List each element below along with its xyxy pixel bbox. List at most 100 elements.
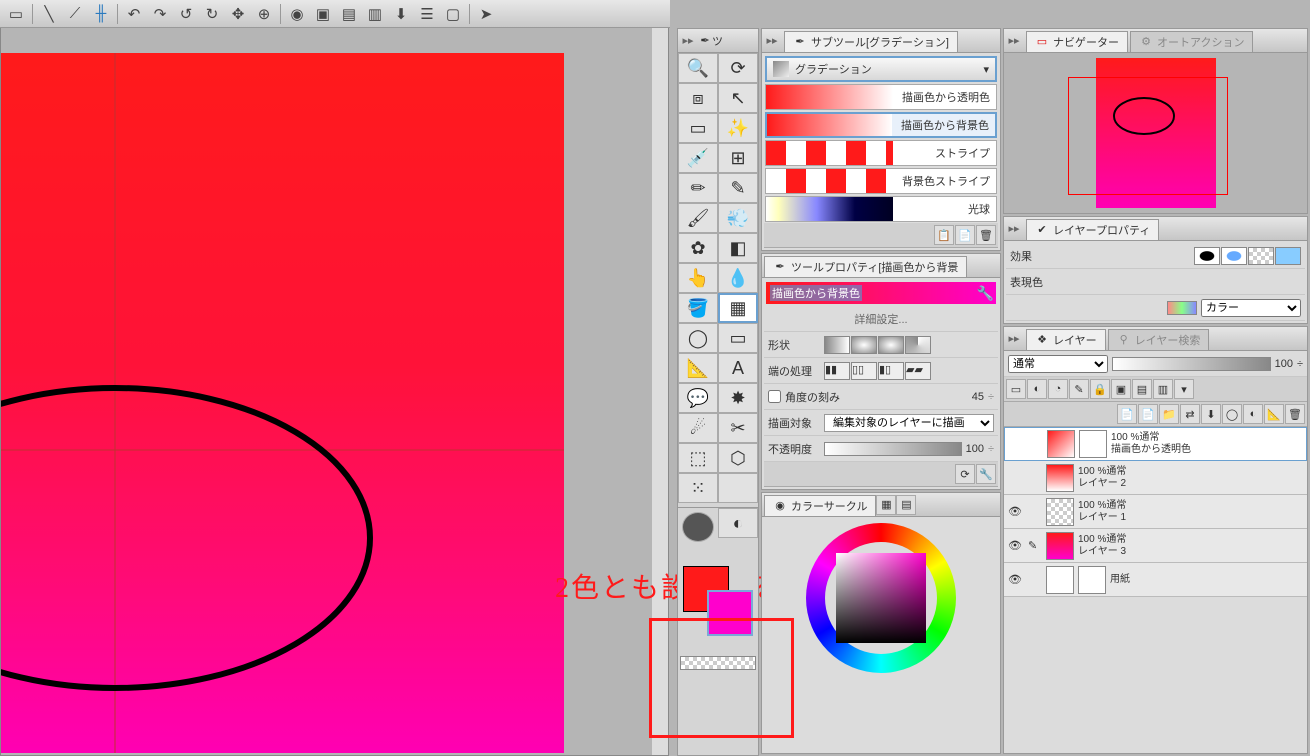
navigator-view[interactable]	[1004, 53, 1307, 213]
collapse-icon[interactable]: ▸▸	[1004, 34, 1024, 47]
trash-icon[interactable]: 🗑	[976, 225, 996, 245]
eye-icon[interactable]: 👁	[1006, 573, 1024, 586]
colorcircle-tab[interactable]: ◉ カラーサークル	[764, 495, 876, 517]
lbtn-draft-icon[interactable]: ✎	[1069, 379, 1089, 399]
color-black-icon[interactable]	[682, 512, 714, 542]
tool-center-icon[interactable]: ⊕	[252, 3, 276, 25]
target-select[interactable]: 編集対象のレイヤーに描画	[824, 414, 994, 432]
tool-airbrush-icon[interactable]: 💨	[718, 203, 758, 233]
layers-tab[interactable]: ❖ レイヤー	[1026, 329, 1106, 351]
tool-select-rect-icon[interactable]: ▭	[678, 113, 718, 143]
tool-shape-icon[interactable]: ◯	[678, 323, 718, 353]
subtool-item-0[interactable]: 描画色から透明色	[765, 84, 997, 110]
fx-border-icon[interactable]	[1194, 247, 1220, 265]
lbtn-m2-icon[interactable]: ◐	[1243, 404, 1263, 424]
tool-zoom-icon[interactable]: 🔍	[678, 53, 718, 83]
lbtn-trash-icon[interactable]: 🗑	[1285, 404, 1305, 424]
tool-window2-icon[interactable]: ▤	[337, 3, 361, 25]
tool-record-icon[interactable]: ◉	[285, 3, 309, 25]
detail-link[interactable]: 詳細設定...	[854, 311, 907, 327]
colortab2-icon[interactable]: ▦	[876, 495, 896, 515]
tool-deco-icon[interactable]: ✿	[678, 233, 718, 263]
tool-text-icon[interactable]: A	[718, 353, 758, 383]
transparent-swatch[interactable]	[680, 656, 756, 670]
toolproperty-tab[interactable]: ✒ ツールプロパティ[描画色から背景	[764, 256, 967, 278]
edge-opt3-icon[interactable]: ▮▯	[878, 362, 904, 380]
edge-opt1-icon[interactable]: ▮▮	[824, 362, 850, 380]
layer-opacity-slider[interactable]	[1112, 357, 1271, 371]
opacity-slider[interactable]	[824, 442, 962, 456]
tool-undo-icon[interactable]: ↺	[174, 3, 198, 25]
lbtn-c-icon[interactable]: ▥	[1153, 379, 1173, 399]
canvas[interactable]	[0, 53, 564, 753]
tool-snap2-icon[interactable]: ⟋	[63, 3, 87, 25]
color-sub-icon[interactable]: ◐	[718, 508, 758, 538]
lbtn-mask-icon[interactable]: ◯	[1222, 404, 1242, 424]
tool-window3-icon[interactable]: ▥	[363, 3, 387, 25]
tool-wand-icon[interactable]: ✨	[718, 113, 758, 143]
tool-snap3-icon[interactable]: ╫	[89, 3, 113, 25]
wrench-icon[interactable]: 🔧	[977, 285, 994, 302]
edge-opt4-icon[interactable]: ▰▰	[905, 362, 931, 380]
tool-blank-icon[interactable]	[718, 473, 758, 503]
navigator-frame[interactable]	[1068, 77, 1228, 195]
tool-blend-icon[interactable]: 👆	[678, 263, 718, 293]
eye-icon[interactable]: 👁	[1006, 505, 1024, 518]
lbtn-ruler-icon[interactable]: 📐	[1264, 404, 1284, 424]
shape-angle-icon[interactable]	[905, 336, 931, 354]
tool-drop-icon[interactable]: 💧	[718, 263, 758, 293]
express-select[interactable]: カラー	[1201, 299, 1301, 317]
layer-row-0[interactable]: 100 %通常描画色から透明色	[1004, 427, 1307, 461]
tool-window1-icon[interactable]: ▣	[311, 3, 335, 25]
collapse-icon[interactable]: ▸▸	[1004, 332, 1024, 345]
tool-stack-icon[interactable]: ☰	[415, 3, 439, 25]
tool-marquee-icon[interactable]: ▭	[4, 3, 28, 25]
subtool-item-1[interactable]: 描画色から背景色	[765, 112, 997, 138]
collapse-icon[interactable]: ▸▸	[678, 34, 698, 47]
fx-checker-icon[interactable]	[1248, 247, 1274, 265]
busy-icon[interactable]: ⟳	[955, 464, 975, 484]
tool-move-icon[interactable]: ✥	[226, 3, 250, 25]
lbtn-clip-icon[interactable]: ◐	[1027, 379, 1047, 399]
navigator-tab[interactable]: ▭ ナビゲーター	[1026, 31, 1128, 53]
tool-frame-icon[interactable]: ▭	[718, 323, 758, 353]
tool-grid-icon[interactable]: ⊞	[718, 143, 758, 173]
tool-hand-icon[interactable]: ⟳	[718, 53, 758, 83]
tool-brush-icon[interactable]: 🖌	[678, 203, 718, 233]
lbtn-transfer-icon[interactable]: ⇄	[1180, 404, 1200, 424]
tool-dropper-icon[interactable]: 💉	[678, 143, 718, 173]
tool-send-icon[interactable]: ➤	[474, 3, 498, 25]
tool-redo-icon[interactable]: ↻	[200, 3, 224, 25]
subtool-group[interactable]: グラデーション ▾	[765, 56, 997, 82]
tool-gradient-icon[interactable]: ▦	[718, 293, 758, 323]
lbtn-a-icon[interactable]: ▣	[1111, 379, 1131, 399]
tool-saturated-icon[interactable]: ⬚	[678, 443, 718, 473]
tool-lines-icon[interactable]: ☄	[678, 413, 718, 443]
canvas-vscroll[interactable]	[652, 28, 668, 755]
layersearch-tab[interactable]: ⚲ レイヤー検索	[1108, 329, 1210, 351]
subtool-tab[interactable]: ✒ サブツール[グラデーション]	[784, 31, 958, 53]
subtool-item-2[interactable]: ストライプ	[765, 140, 997, 166]
shape-linear-icon[interactable]	[824, 336, 850, 354]
layer-row-4[interactable]: 👁 用紙	[1004, 563, 1307, 597]
lbtn-b-icon[interactable]: ▤	[1132, 379, 1152, 399]
layer-row-3[interactable]: 👁 ✎ 100 %通常レイヤー 3	[1004, 529, 1307, 563]
lbtn-d-icon[interactable]: ▾	[1174, 379, 1194, 399]
tool-download-icon[interactable]: ⬇	[389, 3, 413, 25]
shape-radial-icon[interactable]	[851, 336, 877, 354]
fx-tone-icon[interactable]	[1221, 247, 1247, 265]
new-icon[interactable]: 📄	[955, 225, 975, 245]
wrench-icon[interactable]: 🔧	[976, 464, 996, 484]
tool-ruler-icon[interactable]: 📐	[678, 353, 718, 383]
tool-fill-icon[interactable]: 🪣	[678, 293, 718, 323]
tool-screen-icon[interactable]: ▢	[441, 3, 465, 25]
tool-rotate-cw-icon[interactable]: ↷	[148, 3, 172, 25]
lbtn-lock-icon[interactable]: 🔒	[1090, 379, 1110, 399]
tool-3d-icon[interactable]: ⧈	[678, 83, 718, 113]
tool-burst-icon[interactable]: ✸	[718, 383, 758, 413]
subtool-item-4[interactable]: 光球	[765, 196, 997, 222]
tool-balloon-icon[interactable]: 💬	[678, 383, 718, 413]
gradient-preview-bar[interactable]: 描画色から背景色 🔧	[766, 282, 996, 304]
edge-opt2-icon[interactable]: ▯▯	[851, 362, 877, 380]
lbtn-folder-icon[interactable]: 📁	[1159, 404, 1179, 424]
